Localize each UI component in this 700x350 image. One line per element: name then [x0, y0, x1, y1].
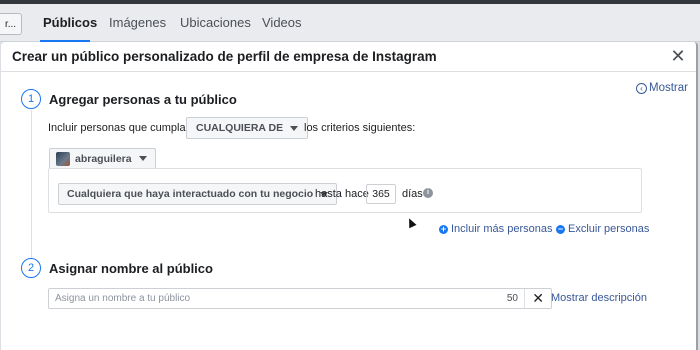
- close-icon[interactable]: ✕: [670, 47, 686, 65]
- modal-title: Crear un público personalizado de perfil…: [12, 49, 437, 64]
- account-name: abraguilera: [75, 152, 132, 165]
- tab-publicos[interactable]: Públicos: [43, 15, 97, 30]
- step-1-number: 1: [21, 89, 41, 109]
- tab-prev-label: r...: [4, 18, 17, 30]
- interaction-type-label: Cualquiera que haya interactuado con tu …: [67, 188, 314, 200]
- include-suffix-text: los criterios siguientes:: [304, 122, 416, 134]
- mouse-cursor-icon: [405, 216, 417, 229]
- show-description-link[interactable]: Mostrar descripción: [551, 292, 647, 304]
- include-more-label: Incluir más personas: [451, 223, 553, 235]
- chevron-left-icon: ‹: [636, 82, 647, 94]
- step-2-title: Asignar nombre al público: [49, 261, 213, 276]
- interaction-type-dropdown[interactable]: Cualquiera que haya interactuado con tu …: [58, 183, 338, 205]
- include-more-people-link[interactable]: + Incluir más personas: [439, 223, 553, 235]
- audience-name-input[interactable]: Asigna un nombre a tu público 50 ✕: [48, 288, 552, 309]
- tab-videos[interactable]: Videos: [262, 15, 302, 30]
- show-link[interactable]: ‹ Mostrar: [636, 82, 688, 94]
- match-criteria-dropdown[interactable]: CUALQUIERA DE: [186, 117, 309, 139]
- chevron-down-icon: [138, 156, 147, 161]
- modal-header: Crear un público personalizado de perfil…: [1, 42, 696, 72]
- input-divider: [524, 289, 525, 308]
- show-link-label: Mostrar: [649, 82, 688, 94]
- clear-icon[interactable]: ✕: [532, 290, 544, 306]
- info-icon[interactable]: i: [423, 188, 433, 198]
- include-prefix-text: Incluir personas que cumplan: [48, 122, 192, 134]
- tab-imagenes[interactable]: Imágenes: [109, 15, 166, 30]
- char-count: 50: [506, 293, 518, 304]
- tab-prev-dropdown[interactable]: r...: [0, 13, 22, 35]
- exclude-people-link[interactable]: − Excluir personas: [556, 223, 649, 235]
- days-label: días: [402, 188, 423, 200]
- tab-ubicaciones[interactable]: Ubicaciones: [180, 15, 251, 30]
- step-connector-line: [31, 110, 32, 262]
- tab-strip: r... Públicos Imágenes Ubicaciones Video…: [0, 4, 700, 43]
- audience-name-placeholder: Asigna un nombre a tu público: [55, 293, 191, 304]
- account-avatar: [56, 151, 70, 166]
- exclude-label: Excluir personas: [568, 223, 650, 235]
- plus-circle-icon: +: [439, 223, 448, 234]
- retention-days-input[interactable]: 365: [366, 184, 396, 204]
- match-criteria-label: CUALQUIERA DE: [196, 122, 284, 134]
- minus-circle-icon: −: [556, 223, 565, 234]
- within-label: hasta hace: [315, 188, 369, 200]
- step-2-number: 2: [21, 258, 41, 278]
- chevron-down-icon: [290, 125, 299, 131]
- step-1-title: Agregar personas a tu público: [49, 92, 237, 107]
- create-audience-modal: Crear un público personalizado de perfil…: [1, 42, 698, 350]
- account-selector[interactable]: abraguilera: [49, 148, 156, 168]
